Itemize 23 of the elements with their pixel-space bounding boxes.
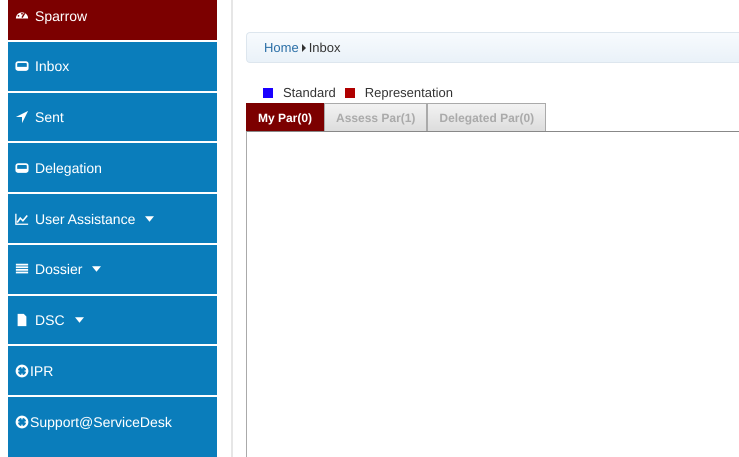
location-arrow-icon [15, 110, 29, 124]
tab[interactable]: My Par(0) [246, 103, 324, 131]
line-chart-icon [15, 212, 29, 226]
triangle-right-icon [302, 44, 306, 52]
sidebar-item[interactable]: IPR [8, 346, 217, 396]
list-icon [15, 262, 29, 276]
legend-label: Standard [283, 85, 336, 101]
file-icon [15, 313, 29, 328]
legend-label: Representation [364, 85, 453, 101]
inbox-icon [15, 59, 29, 74]
sidebar-item[interactable]: User Assistance [8, 194, 217, 243]
home-link[interactable]: Home [264, 40, 299, 55]
lifebuoy-icon [15, 364, 29, 378]
inbox-icon [15, 160, 29, 175]
sidebar-item[interactable]: Support@ServiceDesk [8, 397, 217, 457]
sidebar-item[interactable]: Dossier [8, 244, 217, 294]
sidebar-item[interactable]: Sent [8, 92, 217, 142]
sidebar-item[interactable]: Delegation [8, 143, 217, 192]
lifebuoy-icon [15, 415, 29, 430]
sidebar-item[interactable]: Inbox [8, 42, 217, 91]
sidebar-item[interactable]: Sparrow [8, 0, 217, 40]
sidebar-item[interactable]: DSC [8, 296, 217, 344]
current-page-label: Inbox [308, 40, 340, 55]
